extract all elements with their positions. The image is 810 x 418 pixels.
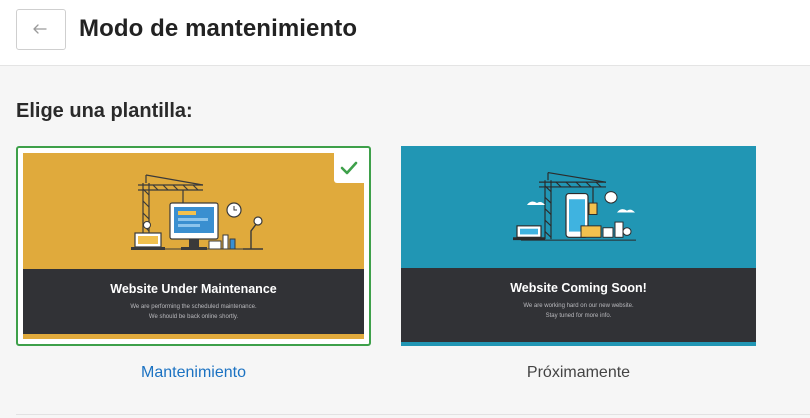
section-title: Elige una plantilla: xyxy=(16,100,193,122)
preview-title: Website Coming Soon! xyxy=(510,281,647,295)
back-arrow-icon xyxy=(33,23,47,34)
preview-message-line: We are working hard on our new website. xyxy=(523,303,634,309)
back-button[interactable] xyxy=(16,9,66,50)
header: Modo de mantenimiento xyxy=(0,0,810,66)
checkmark-icon xyxy=(340,161,358,175)
selected-badge xyxy=(334,153,364,183)
divider xyxy=(16,414,810,415)
page-title: Modo de mantenimiento xyxy=(79,15,358,42)
preview-message-line: We are performing the scheduled maintena… xyxy=(130,304,257,310)
template-preview-coming-soon: Website Coming Soon! We are working hard… xyxy=(401,146,756,346)
template-card-maintenance[interactable]: Website Under Maintenance We are perform… xyxy=(16,146,371,346)
preview-title: Website Under Maintenance xyxy=(110,282,277,296)
template-caption-coming-soon[interactable]: Próximamente xyxy=(401,364,756,382)
construction-crane-computer-illustration xyxy=(131,174,263,250)
preview-dark-band: Website Under Maintenance We are perform… xyxy=(23,269,364,339)
preview-message-line: We should be back online shortly. xyxy=(148,314,239,320)
preview-dark-band: Website Coming Soon! We are working hard… xyxy=(401,268,756,342)
template-card-coming-soon[interactable]: Website Coming Soon! We are working hard… xyxy=(401,146,756,346)
preview-message-line: Stay tuned for more info. xyxy=(545,313,612,319)
preview-bottom-strip xyxy=(401,342,756,346)
template-caption-maintenance[interactable]: Mantenimiento xyxy=(16,364,371,382)
template-preview-maintenance: Website Under Maintenance We are perform… xyxy=(23,153,364,339)
construction-crane-phone-illustration xyxy=(513,172,636,241)
preview-bottom-strip xyxy=(23,334,364,339)
